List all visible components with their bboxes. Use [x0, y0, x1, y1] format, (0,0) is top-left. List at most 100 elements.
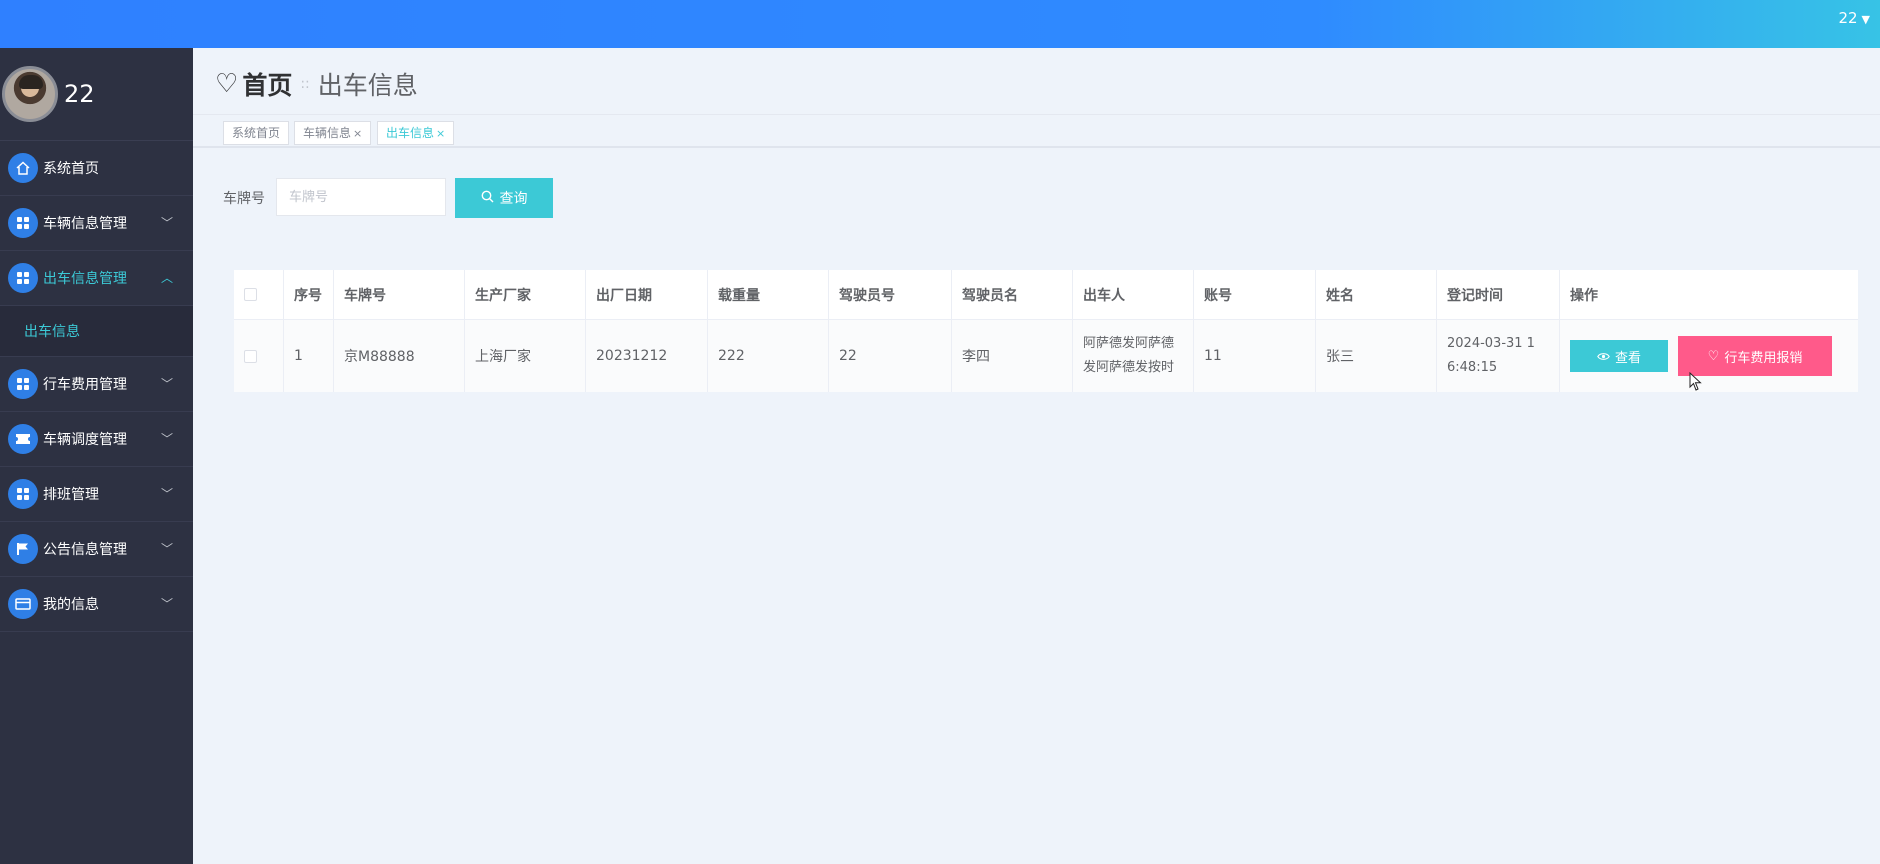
column-header: 车牌号: [334, 270, 465, 319]
expense-button-label: 行车费用报销: [1724, 349, 1803, 365]
column-header: 账号: [1194, 270, 1316, 319]
sidebar-item-label: 行车费用管理: [43, 377, 127, 393]
view-button-label: 查看: [1614, 349, 1641, 365]
select-all-checkbox[interactable]: [244, 288, 257, 301]
cell-dispatcher-line: 发阿萨德发按时: [1083, 360, 1175, 375]
table-header: 序号 车牌号 生产厂家 出厂日期 载重量 驾驶员号 驾驶员名 出车人 账号 姓名…: [234, 270, 1858, 320]
cell-plate: 京M88888: [334, 320, 465, 392]
tag-label: 系统首页: [232, 126, 281, 140]
sidebar-item-dispatch[interactable]: 出车信息管理 ︿: [0, 251, 193, 306]
grid-icon: [8, 263, 38, 293]
search-icon: [481, 190, 494, 206]
chevron-down-icon: ﹀: [160, 377, 173, 391]
tag-home[interactable]: 系统首页: [223, 121, 290, 145]
flag-icon: [8, 534, 38, 564]
cell-driver-no: 22: [829, 320, 952, 392]
top-bar: 22 ▼: [0, 0, 1880, 48]
tag-label: 出车信息: [386, 126, 435, 140]
column-header: 驾驶员号: [829, 270, 952, 319]
grid-icon: [8, 369, 38, 399]
column-header: 操作: [1570, 287, 1598, 304]
search-label: 车牌号: [223, 191, 265, 207]
cell-reg-time-line: 6:48:15: [1447, 360, 1498, 375]
column-header: 生产厂家: [465, 270, 586, 319]
cell-actions: 查看 ♡ 行车费用报销: [1560, 320, 1858, 392]
sidebar-item-label: 车辆信息管理: [43, 216, 127, 232]
sidebar-subitem-dispatch-info[interactable]: 出车信息: [0, 306, 193, 357]
heart-icon: ♡: [1707, 348, 1720, 363]
grid-icon: [8, 208, 38, 238]
cell-account: 11: [1194, 320, 1316, 392]
close-icon[interactable]: ×: [436, 127, 445, 140]
sidebar-item-label: 出车信息管理: [43, 271, 127, 287]
row-checkbox[interactable]: [244, 349, 257, 363]
table-row: 1 京M88888 上海厂家 20231212 222 22 李四 阿萨德发阿萨…: [234, 320, 1858, 392]
sidebar-username: 22: [64, 80, 95, 108]
heart-icon: ♡: [215, 69, 239, 99]
home-icon: [8, 153, 38, 183]
main-content: ♡ 首页 :: 出车信息 系统首页 车辆信息× 出车信息× 车牌号 查询 序号 …: [193, 48, 1880, 864]
column-header: 载重量: [708, 270, 829, 319]
expense-reimburse-button[interactable]: ♡ 行车费用报销: [1678, 336, 1832, 376]
column-header: 姓名: [1316, 270, 1437, 319]
search-button-label: 查询: [499, 190, 528, 206]
sidebar-item-home[interactable]: 系统首页: [0, 141, 193, 196]
sidebar: 22 系统首页 车辆信息管理 ﹀ 出车信息管理 ︿ 出车信息 行车费用管理 ﹀ …: [0, 48, 193, 864]
tag-label: 车辆信息: [303, 126, 352, 140]
header-checkbox-cell: [234, 270, 284, 319]
cell-maker: 上海厂家: [465, 320, 586, 392]
user-menu[interactable]: 22 ▼: [1838, 9, 1870, 27]
column-header: 登记时间: [1437, 270, 1560, 319]
sidebar-item-label: 公告信息管理: [43, 542, 127, 558]
card-icon: [8, 589, 38, 619]
chevron-up-icon: ︿: [160, 271, 173, 285]
cell-reg-time: 2024-03-31 1 6:48:15: [1437, 320, 1560, 392]
plate-search-input[interactable]: [276, 178, 446, 216]
cell-dispatcher-line: 阿萨德发阿萨德: [1083, 336, 1175, 351]
sidebar-item-scheduling[interactable]: 车辆调度管理 ﹀: [0, 412, 193, 467]
tag-vehicle-info[interactable]: 车辆信息 ×: [294, 121, 372, 145]
breadcrumb-home[interactable]: 首页: [242, 66, 292, 102]
breadcrumb-separator: ::: [300, 76, 310, 92]
sidebar-user: 22: [0, 48, 193, 141]
sidebar-item-label: 我的信息: [43, 597, 99, 613]
breadcrumb: ♡ 首页 :: 出车信息: [215, 66, 418, 102]
sidebar-item-label: 排班管理: [43, 487, 99, 503]
column-header: 序号: [284, 270, 334, 319]
cell-date: 20231212: [586, 320, 708, 392]
cell-load: 222: [708, 320, 829, 392]
avatar: [2, 66, 58, 122]
user-menu-label: 22: [1838, 9, 1858, 27]
breadcrumb-current: 出车信息: [317, 71, 418, 100]
grid-icon: [8, 479, 38, 509]
tag-dispatch-info[interactable]: 出车信息 ×: [377, 121, 455, 145]
sidebar-item-expense[interactable]: 行车费用管理 ﹀: [0, 357, 193, 412]
sidebar-item-notice[interactable]: 公告信息管理 ﹀: [0, 522, 193, 577]
column-header: 出车人: [1073, 270, 1194, 319]
search-button[interactable]: 查询: [455, 178, 553, 218]
cell-name: 张三: [1316, 320, 1437, 392]
column-header: 出厂日期: [586, 270, 708, 319]
chevron-down-icon: ﹀: [160, 216, 173, 230]
eye-icon: [1597, 349, 1610, 364]
sidebar-item-shift[interactable]: 排班管理 ﹀: [0, 467, 193, 522]
sidebar-item-label: 系统首页: [43, 161, 99, 177]
sidebar-item-label: 车辆调度管理: [43, 432, 127, 448]
view-button[interactable]: 查看: [1570, 340, 1668, 372]
close-icon[interactable]: ×: [353, 127, 362, 140]
sidebar-item-vehicle[interactable]: 车辆信息管理 ﹀: [0, 196, 193, 251]
cell-index: 1: [284, 320, 334, 392]
caret-down-icon: ▼: [1861, 13, 1870, 26]
cell-dispatcher: 阿萨德发阿萨德 发阿萨德发按时: [1073, 320, 1194, 392]
sidebar-item-profile[interactable]: 我的信息 ﹀: [0, 577, 193, 632]
ticket-icon: [8, 424, 38, 454]
row-checkbox-cell: [234, 320, 284, 392]
chevron-down-icon: ﹀: [160, 432, 173, 446]
tags-bar: 系统首页 车辆信息 × 出车信息 ×: [193, 114, 1880, 148]
chevron-down-icon: ﹀: [160, 542, 173, 556]
cell-reg-time-line: 2024-03-31 1: [1447, 336, 1535, 351]
mouse-cursor-icon: [1689, 372, 1702, 391]
chevron-down-icon: ﹀: [160, 487, 173, 501]
column-header: 驾驶员名: [952, 270, 1073, 319]
dispatch-table: 序号 车牌号 生产厂家 出厂日期 载重量 驾驶员号 驾驶员名 出车人 账号 姓名…: [234, 270, 1858, 392]
